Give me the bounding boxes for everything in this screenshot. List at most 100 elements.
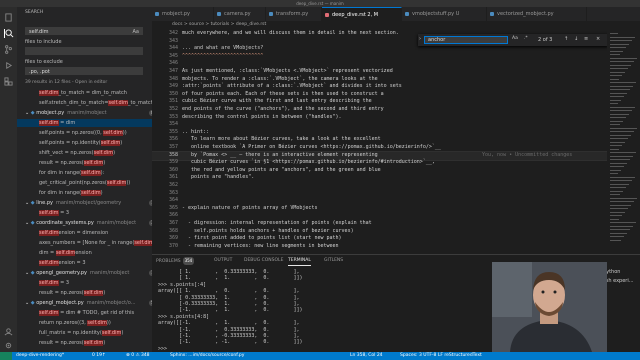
code-line[interactable]: :attr:`points` attribute of a :class:`.V… bbox=[182, 83, 402, 89]
activity-bar bbox=[0, 7, 17, 352]
editor-tab[interactable]: camera.py bbox=[214, 7, 266, 21]
result-file[interactable]: ⌄ ◆ coordinate_systems.pymanim/mobject3 bbox=[17, 219, 152, 227]
result-match[interactable]: self.points = np.zeros((0, self.dim)) bbox=[17, 129, 152, 137]
code-line[interactable]: end points of the curve ("anchors"), and… bbox=[182, 106, 384, 112]
code-line[interactable]: ^^^^^^^^^^^^^^^^^^^^^^^^^^^ bbox=[182, 53, 263, 59]
code-line[interactable]: ... and what are VMobjects? bbox=[182, 45, 263, 51]
arrow-down-icon[interactable]: ↓ bbox=[574, 36, 578, 42]
editor-tab[interactable]: mobject.py bbox=[152, 7, 214, 21]
result-match[interactable]: self.stretch_dim_to_match=self.dim_to_ma… bbox=[17, 99, 152, 107]
panel-tab[interactable]: GITLENS bbox=[324, 257, 343, 265]
remote-icon[interactable] bbox=[0, 352, 12, 360]
editor-tab[interactable]: vectorized_mobject.py bbox=[487, 7, 587, 21]
breadcrumb[interactable]: docs > source > tutorials > deep_dive.rs… bbox=[152, 21, 640, 29]
code-line[interactable]: - digression: internal representation of… bbox=[182, 220, 372, 226]
editor-tab[interactable]: deep_dive.rst 2, M bbox=[322, 7, 402, 21]
panel-tab[interactable]: OUTPUT bbox=[214, 257, 232, 265]
explorer-icon[interactable] bbox=[4, 13, 13, 22]
exclude-input[interactable]: .po, .pot bbox=[25, 67, 143, 75]
close-icon[interactable]: × bbox=[596, 36, 600, 42]
selection-icon[interactable]: ≡ bbox=[584, 36, 588, 42]
code-line[interactable]: - explain nature of points array of VMob… bbox=[182, 205, 317, 211]
source-control-icon[interactable] bbox=[4, 45, 13, 54]
match-case-icon[interactable]: Aa bbox=[133, 28, 139, 36]
code-line[interactable]: - remaining vertices: new line segments … bbox=[182, 243, 339, 249]
arrow-up-icon[interactable]: ↑ bbox=[564, 36, 568, 42]
terminal-line: >>> s.points[4:8] bbox=[158, 313, 210, 320]
result-file[interactable]: ⌄ ◆ mobject.pymanim/mobject8 bbox=[17, 109, 152, 117]
panel-tab[interactable]: DEBUG CONSOLE bbox=[244, 257, 283, 265]
result-match[interactable]: self.points = np.identity(self.dim) bbox=[17, 139, 152, 147]
code-line[interactable]: mobjects. To render a :class:`.VMobject`… bbox=[182, 76, 378, 82]
result-match[interactable]: for dim in range(self.dim): bbox=[17, 169, 152, 177]
result-file[interactable]: ⌄ ◆ line.pymanim/mobject/geometry1 bbox=[17, 199, 152, 207]
line-number: 364 bbox=[168, 197, 178, 204]
problems-count[interactable]: ⊗ 0 ⚠ 348 bbox=[126, 352, 150, 360]
minimap[interactable] bbox=[607, 29, 640, 254]
include-input[interactable] bbox=[25, 47, 143, 55]
code-line[interactable]: online textbook `A Primer on Bézier curv… bbox=[182, 144, 441, 150]
code-line[interactable]: To learn more about Bézier curves, take … bbox=[182, 136, 381, 142]
code-editor[interactable]: 342 much everywhere, and we will discuss … bbox=[152, 29, 607, 254]
git-branch[interactable]: deep-dive-rendering* bbox=[16, 352, 64, 360]
result-match[interactable]: return np.zeros((3, self.dim)) bbox=[17, 319, 152, 327]
minimap-line bbox=[610, 155, 633, 157]
tab-label: vmobjectstuff.py U bbox=[412, 11, 460, 17]
regex-icon[interactable]: .* bbox=[524, 36, 528, 41]
account-icon[interactable] bbox=[4, 327, 13, 336]
code-line[interactable]: - first point added to points list (star… bbox=[182, 235, 342, 241]
sphinx-status[interactable]: Sphinx: ...im/docs/source/conf.py bbox=[170, 352, 244, 360]
code-line[interactable]: cubic Bézier curve with the first and la… bbox=[182, 98, 372, 104]
result-match[interactable]: full_matrix = np.identity(self.dim) bbox=[17, 329, 152, 337]
git-blame-annotation: You, now • Uncommitted changes bbox=[482, 151, 573, 158]
code-line[interactable]: describing the control points in between… bbox=[182, 114, 342, 120]
panel-tab[interactable]: PROBLEMS 354 bbox=[156, 257, 195, 266]
result-file[interactable]: ⌄ ◆ opengl_mobject.pymanim/mobject/o...5 bbox=[17, 299, 152, 307]
search-match-highlight: self.dim bbox=[134, 240, 152, 246]
editor-settings[interactable]: Spaces: 3 UTF-8 LF reStructuredText bbox=[400, 352, 482, 360]
git-sync[interactable]: 0 19↑ bbox=[92, 352, 106, 360]
find-input[interactable]: anchor bbox=[424, 36, 508, 44]
result-file[interactable]: ⌄ ◆ opengl_geometry.pymanim/mobject1 bbox=[17, 269, 152, 277]
panel-tab[interactable]: TERMINAL bbox=[288, 257, 311, 266]
result-match[interactable]: self.dim = 3 bbox=[17, 279, 152, 287]
result-match[interactable]: self.dim = 3 bbox=[17, 209, 152, 217]
result-match[interactable]: self.dim = dim bbox=[17, 119, 152, 127]
run-debug-icon[interactable] bbox=[4, 61, 13, 70]
code-line[interactable]: by `Pomax <> __ — there is an interactiv… bbox=[182, 152, 378, 158]
tab-label: transform.py bbox=[276, 11, 309, 17]
result-match[interactable]: result = np.zeros(self.dim) bbox=[17, 159, 152, 167]
result-match-text: for dim in range(self.dim): bbox=[39, 170, 105, 176]
result-match[interactable]: for dim in range(self.dim) bbox=[17, 189, 152, 197]
result-match[interactable]: result = np.zeros(self.dim) bbox=[17, 289, 152, 297]
search-input[interactable]: self.dim Aa bbox=[25, 27, 143, 35]
result-match[interactable]: self.dimension = 3 bbox=[17, 259, 152, 267]
code-line[interactable]: As just mentioned, :class:`VMobjects <.V… bbox=[182, 68, 393, 74]
code-line[interactable]: self.points holds anchors + handles of b… bbox=[182, 228, 354, 234]
code-line[interactable]: the red and yellow points are "anchors",… bbox=[182, 167, 381, 173]
result-match[interactable]: self.dimension = dimension bbox=[17, 229, 152, 237]
extensions-icon[interactable] bbox=[4, 77, 13, 86]
cursor-position[interactable]: Ln 358, Col 24 bbox=[350, 352, 383, 360]
result-match[interactable]: dim = self.dimension bbox=[17, 249, 152, 257]
code-line[interactable]: of four points each. Each of these sets … bbox=[182, 91, 384, 97]
minimap-line bbox=[610, 159, 630, 160]
result-match[interactable]: self.dim_to_match = dim_to_match bbox=[17, 89, 152, 97]
editor-tab[interactable]: transform.py bbox=[266, 7, 322, 21]
code-line[interactable]: .. hint:: bbox=[182, 129, 209, 135]
result-match[interactable]: shift_vect = np.zeros(self.dim) bbox=[17, 149, 152, 157]
results-summary[interactable]: 39 results in 12 files - Open in editor bbox=[17, 79, 152, 87]
minimap-line bbox=[610, 173, 618, 174]
code-line[interactable]: much everywhere, and we will discuss the… bbox=[182, 30, 399, 36]
result-match[interactable]: self.dim = dim # TODO, get rid of this bbox=[17, 309, 152, 317]
code-line[interactable]: cubic Bézier curves `in §1 <https://poma… bbox=[182, 159, 435, 165]
chevron-right-icon[interactable]: › bbox=[419, 36, 421, 42]
code-line[interactable]: points are "handles". bbox=[182, 174, 254, 180]
result-match[interactable]: result = np.zeros(self.dim) bbox=[17, 339, 152, 347]
match-case-icon[interactable]: Aa bbox=[512, 36, 518, 41]
search-icon[interactable] bbox=[4, 29, 14, 38]
result-match[interactable]: get_critical_point(np.zeros(self.dim)) bbox=[17, 179, 152, 187]
result-match[interactable]: axes_numbers = [None for _ in range(self… bbox=[17, 239, 152, 247]
gear-icon[interactable] bbox=[4, 341, 13, 350]
editor-tab[interactable]: vmobjectstuff.py U bbox=[402, 7, 487, 21]
